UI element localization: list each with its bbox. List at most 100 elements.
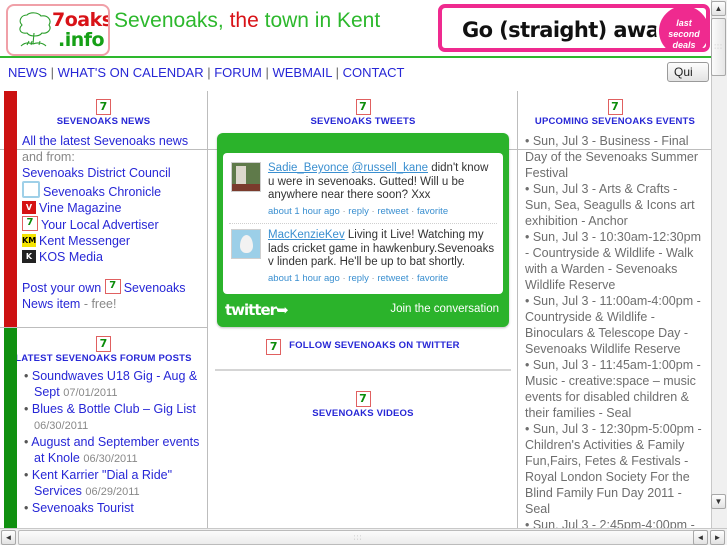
tweet-favorite-action[interactable]: favorite — [417, 273, 448, 284]
tweet-retweet-action[interactable]: retweet — [377, 273, 408, 284]
tweet-mention[interactable]: @russell_kane — [352, 162, 428, 174]
tweet-favorite-action[interactable]: favorite — [417, 206, 448, 217]
badge-line-1: last — [676, 18, 692, 28]
tweet-username[interactable]: Sadie_Beyonce — [268, 162, 349, 174]
site-logo[interactable]: 7oaks .info — [6, 4, 110, 56]
post-news-link-part1[interactable]: Post your own — [22, 281, 101, 295]
quick-search-button[interactable]: Qui — [667, 62, 709, 82]
list-item[interactable]: • Sun, Jul 3 - 2:45pm-4:00pm - Music - c… — [525, 517, 705, 528]
list-item[interactable]: • Sun, Jul 3 - 11:00am-4:00pm - Countrys… — [525, 293, 705, 357]
main-navigation: NEWS | WHAT'S ON CALENDAR | FORUM | WEBM… — [0, 60, 711, 150]
list-item[interactable]: • Sun, Jul 3 - 10:30am-12:30pm - Country… — [525, 229, 705, 293]
tagline-the: the — [229, 9, 259, 32]
tweet-body: MacKenzieKev Living it Live! Watching my… — [268, 229, 495, 285]
news-body: All the latest Sevenoaks news and from: … — [0, 127, 207, 318]
nav-separator: | — [47, 65, 58, 80]
sevenoaks-7-icon: 7 — [355, 99, 371, 115]
list-item[interactable]: • Sun, Jul 3 - Arts & Crafts - Sun, Sea,… — [525, 181, 705, 229]
events-title: UPCOMING SEVENOAKS EVENTS — [534, 116, 696, 127]
news-source-kos-media[interactable]: KOS Media — [39, 250, 103, 264]
bullet-icon: • — [24, 369, 29, 383]
tweet-meta: about 1 hour ago · reply · retweet · fav… — [268, 205, 495, 219]
forum-post-date: 06/29/2011 — [85, 486, 140, 498]
tweets-title: SEVENOAKS TWEETS — [310, 116, 416, 127]
tweet-meta: about 1 hour ago · reply · retweet · fav… — [268, 272, 495, 286]
nav-separator: | — [331, 65, 343, 80]
twitter-logo-icon[interactable]: twitter➥ — [225, 301, 289, 319]
nav-separator: | — [203, 65, 215, 80]
news-header: 7 SEVENOAKS NEWS — [0, 91, 207, 127]
nav-item-contact[interactable]: CONTACT — [343, 65, 405, 80]
scroll-down-button[interactable]: ▼ — [711, 494, 726, 509]
tweet-retweet-action[interactable]: retweet — [377, 206, 408, 217]
nav-item-news[interactable]: NEWS — [8, 65, 47, 80]
badge-line-3: deals — [672, 40, 696, 50]
avatar[interactable] — [231, 162, 261, 192]
scroll-right-button[interactable]: ► — [710, 530, 725, 545]
forum-post-list: • Soundwaves U18 Gig - Aug & Sept 07/01/… — [14, 368, 207, 516]
site-header: 7oaks .info Sevenoaks, the town in Kent … — [0, 0, 711, 58]
news-source-kent-messenger[interactable]: Kent Messenger — [39, 234, 130, 248]
tweet-body: Sadie_Beyonce @russell_kane didn't know … — [268, 162, 495, 218]
news-intro-link[interactable]: All the latest Sevenoaks news — [22, 133, 199, 149]
list-item[interactable]: • August and September events at Knole 0… — [24, 434, 203, 467]
list-item[interactable]: Sadie_Beyonce @russell_kane didn't know … — [229, 157, 497, 224]
nav-item-forum[interactable]: FORUM — [214, 65, 262, 80]
events-list: • Sun, Jul 3 - Business - Final Day of t… — [519, 127, 711, 528]
news-source-chronicle[interactable]: Sevenoaks Chronicle — [43, 185, 161, 199]
post-news-link-part3[interactable]: News item — [22, 297, 80, 311]
news-source-vine[interactable]: Vine Magazine — [39, 201, 121, 215]
news-block: 7 SEVENOAKS NEWS All the latest Sevenoak… — [0, 91, 207, 327]
banner-ad-text: Go (straight) away. — [462, 18, 678, 42]
nav-links: NEWS | WHAT'S ON CALENDAR | FORUM | WEBM… — [8, 65, 404, 80]
vertical-scrollbar-thumb[interactable]: ::: — [711, 18, 726, 76]
list-item[interactable]: • Kent Karrier "Dial a Ride" Services 06… — [24, 467, 203, 500]
news-source-council[interactable]: Sevenoaks District Council — [22, 165, 199, 181]
tagline-part2: town in Kent — [258, 9, 381, 32]
list-item[interactable]: • Blues & Bottle Club – Gig List 06/30/2… — [24, 401, 203, 434]
news-title: SEVENOAKS NEWS — [56, 116, 151, 127]
list-item[interactable]: MacKenzieKev Living it Live! Watching my… — [229, 224, 497, 290]
meta-separator: · — [342, 205, 346, 217]
sevenoaks-7-icon: 7 — [355, 391, 371, 407]
list-item[interactable]: • Sun, Jul 3 - 12:30pm-5:00pm - Children… — [525, 421, 705, 517]
page-viewport: 7oaks .info Sevenoaks, the town in Kent … — [0, 0, 711, 528]
forum-accent-bar — [4, 328, 17, 528]
horizontal-scrollbar-thumb[interactable]: ::: — [18, 530, 698, 545]
egg-icon — [240, 235, 253, 253]
left-column: 7 SEVENOAKS NEWS All the latest Sevenoak… — [0, 91, 208, 528]
chronicle-icon — [22, 181, 40, 198]
scroll-left-button[interactable]: ◄ — [1, 530, 16, 545]
banner-ad[interactable]: Go (straight) away. last second deals — [438, 4, 710, 52]
meta-separator: · — [342, 272, 346, 284]
news-source-advertiser[interactable]: Your Local Advertiser — [41, 218, 159, 232]
avatar[interactable] — [231, 229, 261, 259]
follow-twitter-label[interactable]: FOLLOW SEVENOAKS ON TWITTER — [289, 340, 460, 351]
join-conversation-link[interactable]: Join the conversation — [390, 303, 499, 315]
scroll-left-button-2[interactable]: ◄ — [693, 530, 708, 545]
tweet-reply-action[interactable]: reply — [348, 206, 369, 217]
news-spacer — [22, 265, 199, 279]
scroll-up-button[interactable]: ▲ — [711, 1, 726, 16]
middle-column: 7 SEVENOAKS TWEETS Sadie_Beyonce @russel… — [209, 91, 518, 528]
list-item[interactable]: • Soundwaves U18 Gig - Aug & Sept 07/01/… — [24, 368, 203, 401]
forum-post-title[interactable]: Blues & Bottle Club – Gig List — [32, 402, 196, 416]
follow-twitter-row[interactable]: 7 FOLLOW SEVENOAKS ON TWITTER — [209, 339, 517, 355]
nav-item-webmail[interactable]: WEBMAIL — [272, 65, 331, 80]
tweet-timestamp[interactable]: about 1 hour ago — [268, 273, 340, 284]
tweets-header: 7 SEVENOAKS TWEETS — [209, 91, 517, 127]
forum-header: 7 LATEST SEVENOAKS FORUM POSTS — [0, 328, 207, 364]
vertical-scrollbar[interactable]: ▲ ::: ▼ — [711, 0, 727, 528]
list-item[interactable]: • Sun, Jul 3 - 11:45am-1:00pm - Music - … — [525, 357, 705, 421]
list-item[interactable]: • Sun, Jul 3 - Business - Final Day of t… — [525, 133, 705, 181]
list-item[interactable]: • Sevenoaks Tourist — [24, 500, 203, 516]
horizontal-scrollbar[interactable]: ◄ ::: ◄ ► — [0, 528, 727, 545]
forum-post-date: 07/01/2011 — [63, 387, 118, 399]
tweet-reply-action[interactable]: reply — [348, 273, 369, 284]
tweet-username[interactable]: MacKenzieKev — [268, 229, 345, 241]
forum-post-title[interactable]: Sevenoaks Tourist — [32, 501, 134, 515]
post-news-link-part2[interactable]: Sevenoaks — [124, 281, 186, 295]
logo-text-info: .info — [58, 29, 105, 51]
nav-item-calendar[interactable]: WHAT'S ON CALENDAR — [58, 65, 204, 80]
tweet-timestamp[interactable]: about 1 hour ago — [268, 206, 340, 217]
